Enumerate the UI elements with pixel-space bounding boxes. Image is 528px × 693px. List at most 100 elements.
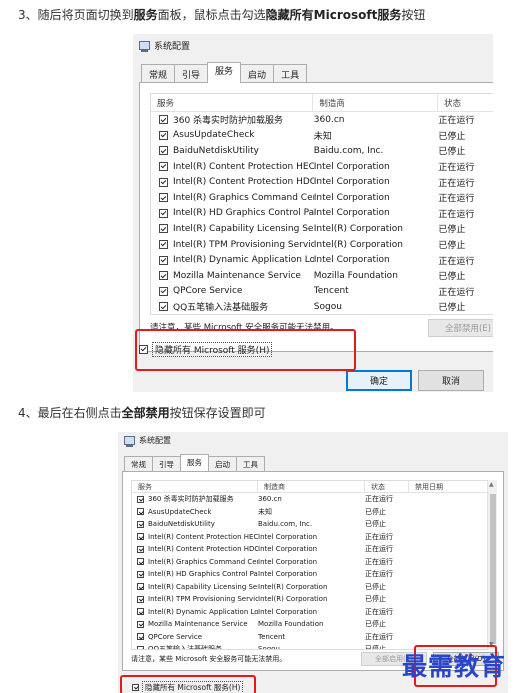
tab-tools[interactable]: 工具 bbox=[273, 64, 308, 83]
column-header-manufacturer[interactable]: 制造商 bbox=[313, 94, 439, 111]
table-row[interactable]: QPCore Service Tencent 正在运行 bbox=[132, 631, 496, 644]
checkbox-checked-icon[interactable] bbox=[137, 570, 144, 578]
service-name-cell[interactable]: 360 杀毒实时防护加载服务 bbox=[151, 113, 314, 126]
table-row[interactable]: QPCore Service Tencent 正在运行 bbox=[151, 284, 493, 300]
checkbox-checked-icon[interactable] bbox=[159, 130, 168, 140]
table-row[interactable]: Intel(R) HD Graphics Control Pan... Intel… bbox=[151, 206, 493, 222]
service-name-cell[interactable]: Intel(R) HD Graphics Control Pan... bbox=[151, 208, 314, 218]
column-header-service[interactable]: 服务 bbox=[151, 94, 314, 111]
checkbox-checked-icon[interactable] bbox=[159, 208, 168, 218]
checkbox-checked-icon[interactable] bbox=[137, 508, 144, 516]
scroll-up-icon[interactable]: ▲ bbox=[489, 481, 494, 489]
checkbox-checked-icon[interactable] bbox=[137, 620, 144, 628]
service-name-cell[interactable]: QQ五笔输入法基础服务 bbox=[151, 300, 314, 313]
table-row[interactable]: QQ五笔输入法基础服务 Sogou 已停止 bbox=[151, 299, 493, 314]
tab-services[interactable]: 服务 bbox=[207, 62, 242, 83]
checkbox-checked-icon[interactable] bbox=[137, 495, 144, 503]
table-row[interactable]: Intel(R) Content Protection HDCP... Intel… bbox=[151, 174, 493, 190]
table-row[interactable]: AsusUpdateCheck 未知 已停止 bbox=[151, 128, 493, 144]
cancel-button[interactable]: 取消 bbox=[418, 370, 484, 391]
table-row[interactable]: Intel(R) Capability Licensing Servi...In… bbox=[151, 221, 493, 237]
table-row[interactable]: Intel(R) Content Protection HECI ... Inte… bbox=[151, 159, 493, 175]
tab-general[interactable]: 常规 bbox=[124, 456, 153, 471]
tab-startup[interactable]: 启动 bbox=[240, 64, 275, 83]
table-row[interactable]: Intel(R) Graphics Command Cent...Intel C… bbox=[151, 190, 493, 206]
checkbox-checked-icon[interactable] bbox=[159, 271, 168, 281]
checkbox-checked-icon[interactable] bbox=[159, 146, 168, 156]
table-row[interactable]: Intel(R) Dynamic Application Loa... Intel… bbox=[151, 252, 493, 268]
service-name-cell[interactable]: Mozilla Maintenance Service bbox=[132, 620, 258, 628]
table-row[interactable]: BaiduNetdiskUtility Baidu.com, Inc. 已停止 bbox=[151, 143, 493, 159]
table-row[interactable]: Intel(R) TPM Provisioning Service Intel(R… bbox=[132, 593, 496, 606]
table-row[interactable]: Intel(R) HD Graphics Control Pan... Intel… bbox=[132, 568, 496, 581]
service-name-cell[interactable]: Intel(R) Dynamic Application Loa... bbox=[132, 608, 258, 616]
checkbox-checked-icon[interactable] bbox=[137, 558, 144, 566]
service-name-cell[interactable]: Intel(R) Content Protection HDCP... bbox=[132, 545, 258, 553]
checkbox-checked-icon[interactable] bbox=[159, 115, 168, 125]
tab-boot[interactable]: 引导 bbox=[174, 64, 209, 83]
list-scrollbar[interactable]: ▲ ▼ bbox=[487, 480, 497, 650]
table-row[interactable]: Intel(R) Content Protection HECI ... Inte… bbox=[132, 531, 496, 544]
checkbox-checked-icon[interactable] bbox=[159, 177, 168, 187]
service-name-cell[interactable]: BaiduNetdiskUtility bbox=[151, 146, 314, 156]
disable-all-button[interactable]: 全部禁用(E) bbox=[428, 319, 493, 337]
service-name-cell[interactable]: Intel(R) HD Graphics Control Pan... bbox=[132, 570, 258, 578]
checkbox-checked-icon[interactable] bbox=[137, 645, 144, 649]
service-name-cell[interactable]: QPCore Service bbox=[132, 633, 258, 641]
checkbox-checked-icon[interactable] bbox=[137, 633, 144, 641]
ok-button[interactable]: 确定 bbox=[346, 370, 412, 391]
table-row[interactable]: Intel(R) Content Protection HDCP... Intel… bbox=[132, 543, 496, 556]
tab-boot[interactable]: 引导 bbox=[152, 456, 181, 471]
table-row[interactable]: AsusUpdateCheck 未知 已停止 bbox=[132, 506, 496, 519]
checkbox-checked-icon[interactable] bbox=[137, 583, 144, 591]
service-name-cell[interactable]: Intel(R) Content Protection HDCP... bbox=[151, 177, 314, 187]
table-row[interactable]: Intel(R) Dynamic Application Loa... Intel… bbox=[132, 606, 496, 619]
table-row[interactable]: Mozilla Maintenance Service Mozilla Found… bbox=[132, 618, 496, 631]
service-name-cell[interactable]: Intel(R) Capability Licensing Servi... bbox=[132, 583, 258, 591]
service-name-cell[interactable]: Mozilla Maintenance Service bbox=[151, 271, 314, 281]
service-name-cell[interactable]: Intel(R) TPM Provisioning Service bbox=[132, 595, 258, 603]
table-row[interactable]: Mozilla Maintenance Service Mozilla Found… bbox=[151, 268, 493, 284]
table-row[interactable]: Intel(R) TPM Provisioning Service Intel(R… bbox=[151, 237, 493, 253]
checkbox-checked-icon[interactable] bbox=[137, 520, 144, 528]
tab-general[interactable]: 常规 bbox=[141, 64, 176, 83]
checkbox-checked-icon[interactable] bbox=[137, 595, 144, 603]
column-header-status[interactable]: 状态 bbox=[365, 481, 409, 492]
column-header-disable-date[interactable]: 禁用日期 bbox=[409, 481, 469, 492]
checkbox-checked-icon[interactable] bbox=[159, 193, 168, 203]
checkbox-checked-icon[interactable] bbox=[137, 533, 144, 541]
scrollbar-thumb[interactable] bbox=[490, 494, 496, 644]
checkbox-checked-icon[interactable] bbox=[159, 162, 168, 172]
service-name-cell[interactable]: Intel(R) Graphics Command Cent... bbox=[151, 193, 314, 203]
service-name-cell[interactable]: AsusUpdateCheck bbox=[132, 508, 258, 516]
column-header-manufacturer[interactable]: 制造商 bbox=[258, 481, 365, 492]
service-name-cell[interactable]: Intel(R) Content Protection HECI ... bbox=[151, 162, 314, 172]
service-name-cell[interactable]: Intel(R) Capability Licensing Servi... bbox=[151, 224, 314, 234]
checkbox-checked-icon[interactable] bbox=[159, 302, 168, 312]
checkbox-checked-icon[interactable] bbox=[159, 286, 168, 296]
checkbox-checked-icon[interactable] bbox=[137, 545, 144, 553]
checkbox-checked-icon[interactable] bbox=[137, 608, 144, 616]
service-name-cell[interactable]: Intel(R) Content Protection HECI ... bbox=[132, 533, 258, 541]
table-row[interactable]: Intel(R) Capability Licensing Servi...In… bbox=[132, 581, 496, 594]
service-name-cell[interactable]: AsusUpdateCheck bbox=[151, 130, 314, 140]
table-row[interactable]: 360 杀毒实时防护加载服务 360.cn 正在运行 bbox=[151, 112, 493, 128]
table-row[interactable]: Intel(R) Graphics Command Cent...Intel C… bbox=[132, 556, 496, 569]
column-header-status[interactable]: 状态 bbox=[438, 94, 493, 111]
service-name-cell[interactable]: QQ五笔输入法基础服务 bbox=[132, 644, 258, 649]
table-row[interactable]: BaiduNetdiskUtility Baidu.com, Inc. 已停止 bbox=[132, 518, 496, 531]
service-name-cell[interactable]: BaiduNetdiskUtility bbox=[132, 520, 258, 528]
tab-services[interactable]: 服务 bbox=[180, 454, 209, 471]
column-header-service[interactable]: 服务 bbox=[132, 481, 258, 492]
service-name-cell[interactable]: Intel(R) TPM Provisioning Service bbox=[151, 240, 314, 250]
table-row[interactable]: 360 杀毒实时防护加载服务 360.cn 正在运行 bbox=[132, 493, 496, 506]
checkbox-checked-icon[interactable] bbox=[159, 224, 168, 234]
service-name-cell[interactable]: Intel(R) Graphics Command Cent... bbox=[132, 558, 258, 566]
tab-tools[interactable]: 工具 bbox=[236, 456, 265, 471]
tab-startup[interactable]: 启动 bbox=[208, 456, 237, 471]
checkbox-checked-icon[interactable] bbox=[159, 240, 168, 250]
service-name-cell[interactable]: 360 杀毒实时防护加载服务 bbox=[132, 494, 258, 504]
service-name-cell[interactable]: QPCore Service bbox=[151, 286, 314, 296]
checkbox-checked-icon[interactable] bbox=[159, 255, 168, 265]
service-name-cell[interactable]: Intel(R) Dynamic Application Loa... bbox=[151, 255, 314, 265]
